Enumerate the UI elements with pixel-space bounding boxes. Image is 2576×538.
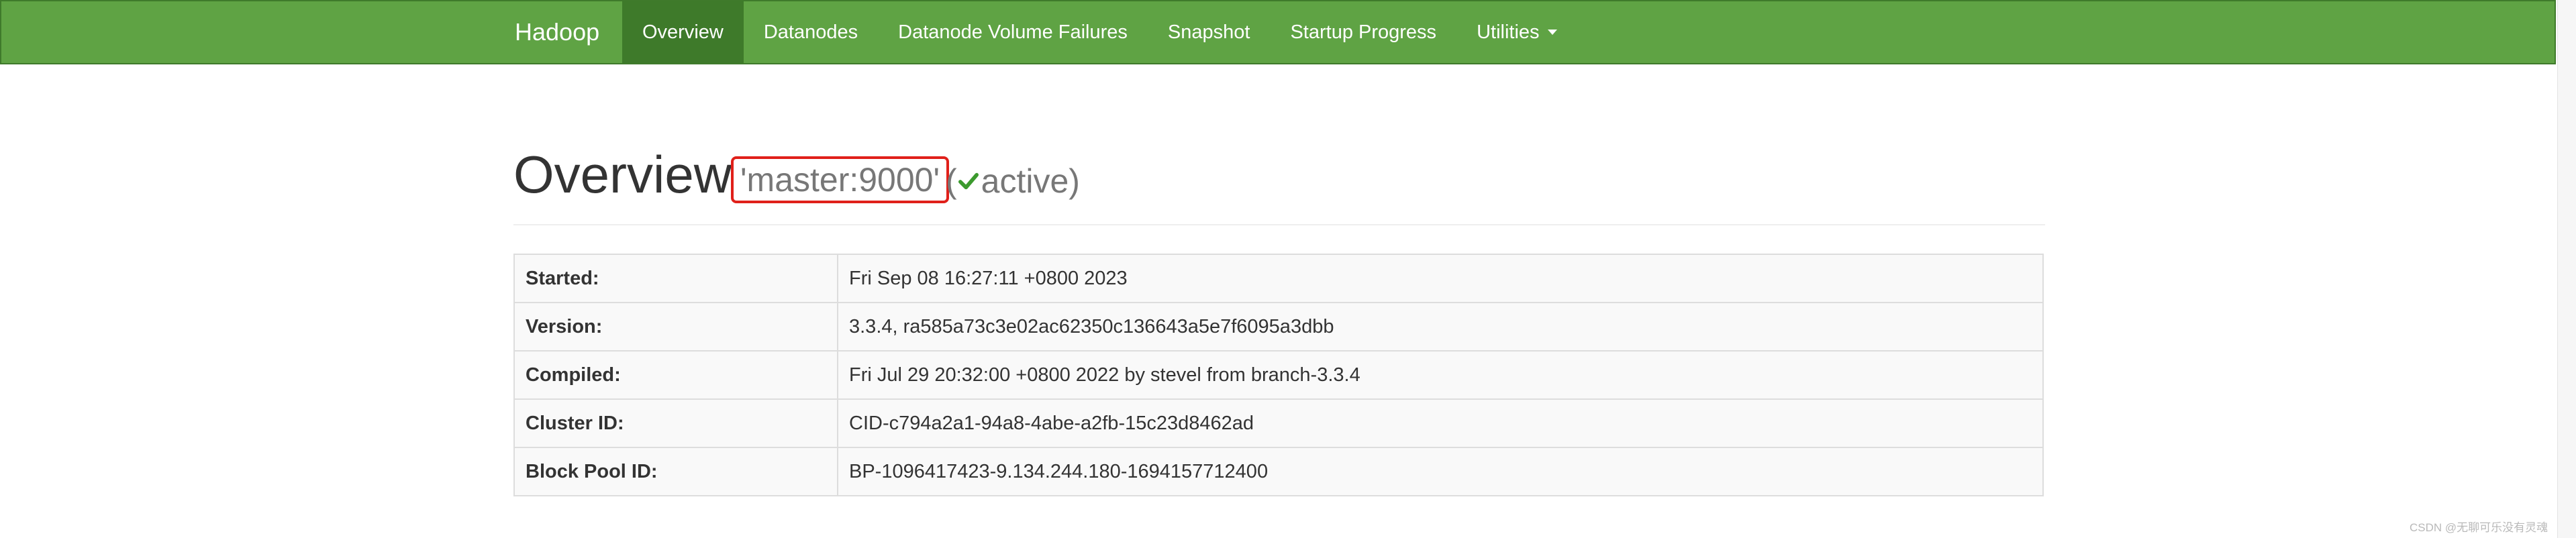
nav-item-snapshot[interactable]: Snapshot — [1148, 1, 1271, 63]
nav-item-label: Datanodes — [763, 21, 858, 43]
nav-item-startup-progress[interactable]: Startup Progress — [1270, 1, 1456, 63]
nav-item-overview[interactable]: Overview — [622, 1, 744, 63]
row-label: Compiled: — [513, 350, 838, 400]
watermark: CSDN @无聊可乐没有灵魂 — [2410, 521, 2548, 534]
row-value: Fri Sep 08 16:27:11 +0800 2023 — [837, 254, 2044, 303]
row-value: CID-c794a2a1-94a8-4abe-a2fb-15c23d8462ad — [837, 398, 2044, 448]
host-highlight-box: 'master:9000' — [731, 156, 950, 203]
row-value: BP-1096417423-9.134.244.180-169415771240… — [837, 447, 2044, 496]
table-row: Started: Fri Sep 08 16:27:11 +0800 2023 — [513, 254, 2044, 303]
nav-item-label: Snapshot — [1167, 21, 1250, 43]
namenode-status: ( active) — [946, 159, 1080, 203]
table-row: Compiled: Fri Jul 29 20:32:00 +0800 2022… — [513, 350, 2044, 400]
caret-down-icon — [1547, 30, 1557, 35]
check-icon — [958, 172, 979, 190]
row-label: Version: — [513, 302, 838, 352]
vertical-scrollbar[interactable] — [2557, 0, 2576, 538]
nav-item-label: Overview — [642, 21, 724, 43]
nav-item-label: Startup Progress — [1290, 21, 1437, 43]
table-row: Version: 3.3.4, ra585a73c3e02ac62350c136… — [513, 302, 2044, 352]
row-label: Block Pool ID: — [513, 447, 838, 496]
row-value: 3.3.4, ra585a73c3e02ac62350c136643a5e7f6… — [837, 302, 2044, 352]
status-text: active) — [981, 162, 1080, 200]
nav-item-datanode-volume-failures[interactable]: Datanode Volume Failures — [878, 1, 1148, 63]
status-open-paren: ( — [946, 162, 957, 200]
brand-link[interactable]: Hadoop — [515, 1, 599, 63]
nav-item-label: Utilities — [1477, 21, 1540, 43]
table-row: Cluster ID: CID-c794a2a1-94a8-4abe-a2fb-… — [513, 398, 2044, 448]
row-label: Started: — [513, 254, 838, 303]
table-row: Block Pool ID: BP-1096417423-9.134.244.1… — [513, 447, 2044, 496]
nav-item-datanodes[interactable]: Datanodes — [744, 1, 878, 63]
nav-item-utilities-dropdown[interactable]: Utilities — [1456, 1, 1577, 63]
page-header: Overview 'master:9000' ( active) — [513, 134, 2045, 225]
overview-table: Started: Fri Sep 08 16:27:11 +0800 2023 … — [513, 254, 2044, 496]
page: Hadoop Overview Datanodes Datanode Volum… — [0, 0, 2576, 538]
row-value: Fri Jul 29 20:32:00 +0800 2022 by stevel… — [837, 350, 2044, 400]
row-label: Cluster ID: — [513, 398, 838, 448]
namenode-host: 'master:9000' — [740, 161, 940, 199]
navbar: Hadoop Overview Datanodes Datanode Volum… — [0, 0, 2556, 64]
nav-menu: Overview Datanodes Datanode Volume Failu… — [622, 1, 1577, 63]
page-title: Overview — [513, 145, 732, 204]
nav-item-label: Datanode Volume Failures — [898, 21, 1128, 43]
